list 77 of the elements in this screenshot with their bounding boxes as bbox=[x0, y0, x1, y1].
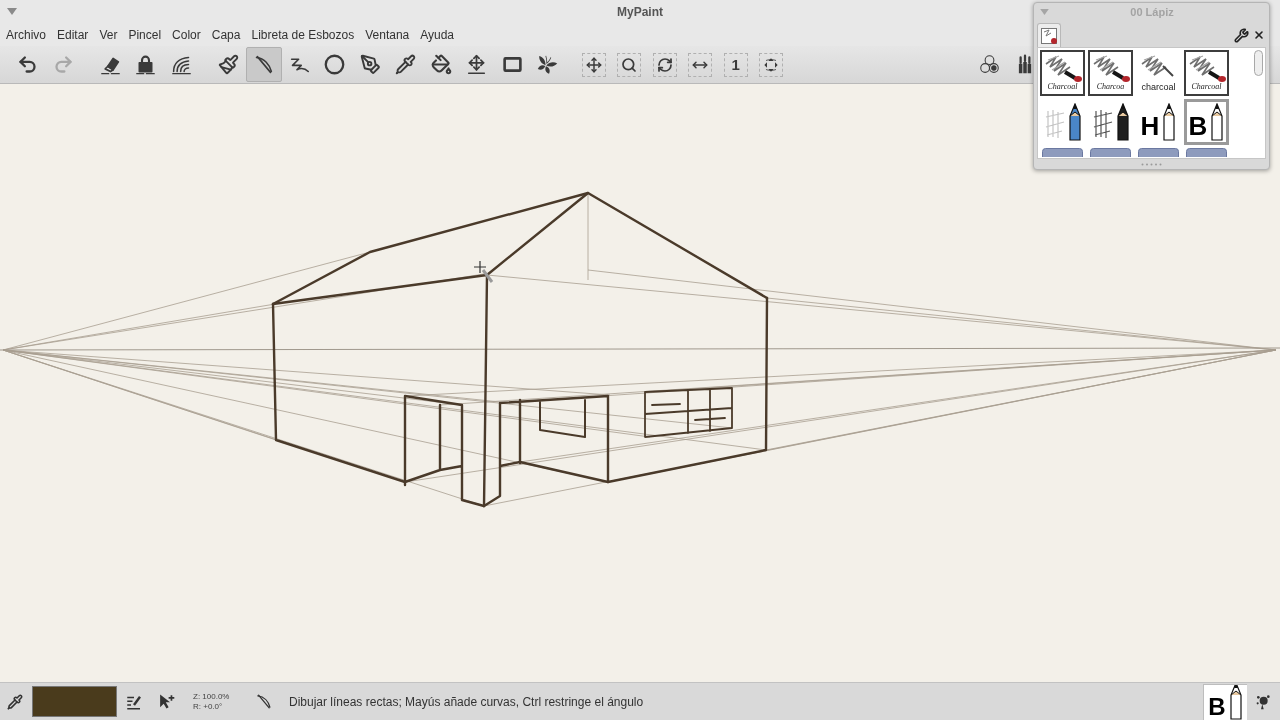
window-title: MyPaint bbox=[617, 4, 663, 21]
pencil-icon bbox=[1210, 103, 1225, 141]
edit-brush-button[interactable] bbox=[1233, 27, 1249, 43]
brushes-icon bbox=[1018, 54, 1032, 75]
undo-icon bbox=[17, 54, 39, 75]
brush-thumbnail[interactable] bbox=[1136, 148, 1181, 158]
charcoal-sketch-icon bbox=[1043, 54, 1082, 82]
frame-icon bbox=[501, 54, 523, 75]
line-tool-button[interactable] bbox=[246, 47, 282, 82]
brush-group-tab[interactable] bbox=[1037, 23, 1061, 47]
move-arrows-icon bbox=[585, 56, 602, 73]
reset-zoom-button[interactable]: 1 bbox=[723, 52, 748, 77]
pointer-plus-icon bbox=[157, 693, 175, 710]
lock-icon bbox=[135, 54, 157, 75]
three-circles-icon bbox=[978, 54, 1000, 75]
brush-thumbnail[interactable] bbox=[1040, 148, 1085, 158]
label-tag-icon bbox=[1090, 148, 1131, 157]
search-icon bbox=[621, 56, 638, 73]
crosshair-cursor-icon bbox=[473, 260, 494, 283]
brush-thumbnail[interactable] bbox=[1184, 148, 1229, 158]
expand-arrows-icon bbox=[763, 56, 780, 73]
label-tag-icon bbox=[1138, 148, 1179, 157]
brush-thumbnail[interactable]: Charcoal bbox=[1040, 50, 1085, 96]
current-brush-button[interactable]: B bbox=[1203, 684, 1247, 720]
pencil-icon bbox=[1228, 685, 1243, 720]
line-curve-icon bbox=[255, 693, 272, 710]
pencil-icon bbox=[1067, 103, 1082, 141]
rotate-arrows-icon bbox=[656, 56, 673, 73]
circle-icon bbox=[324, 54, 346, 75]
pencil-hatching-icon bbox=[1091, 107, 1114, 141]
rainbow-arcs-icon bbox=[170, 54, 192, 75]
brush-thumbnail[interactable]: Charcoa bbox=[1088, 50, 1133, 96]
pipette-icon bbox=[7, 693, 23, 710]
menu-item[interactable]: Capa bbox=[211, 27, 241, 43]
pipette-icon bbox=[395, 54, 417, 75]
wrench-icon bbox=[1233, 27, 1249, 43]
menu-item[interactable]: Ver bbox=[99, 27, 118, 43]
brush-thumbnail[interactable] bbox=[1088, 148, 1133, 158]
redo-icon bbox=[52, 54, 74, 75]
butterfly-icon bbox=[537, 54, 559, 75]
color-swatch[interactable] bbox=[32, 686, 117, 717]
rotation-readout: R: +0.0° bbox=[193, 701, 224, 712]
zoom-view-button[interactable] bbox=[617, 52, 642, 77]
charcoal-sketch-icon bbox=[1091, 54, 1130, 82]
status-message: Dibujar líneas rectas; Mayús añade curvas, Ctrl restringe el ángulo bbox=[289, 693, 644, 711]
menu-item[interactable]: Archivo bbox=[6, 27, 46, 43]
label-tag-icon bbox=[1042, 148, 1083, 157]
scrollbar-thumb[interactable] bbox=[1253, 50, 1263, 76]
paint-splat-icon bbox=[1255, 693, 1271, 710]
dropdown-triangle-icon bbox=[7, 8, 17, 15]
paint-bucket-icon bbox=[430, 54, 452, 75]
move-arrows-icon bbox=[466, 54, 488, 75]
brush-thumbnail[interactable]: Charcoal bbox=[1184, 50, 1229, 96]
menu-item[interactable]: Ventana bbox=[365, 27, 410, 43]
mirror-view-button[interactable] bbox=[688, 52, 713, 77]
close-icon bbox=[1253, 29, 1265, 41]
menu-item[interactable]: Libreta de Esbozos bbox=[251, 27, 355, 43]
pencil-icon bbox=[1162, 103, 1177, 141]
pen-nib-icon bbox=[359, 54, 381, 75]
dropdown-triangle-icon bbox=[1040, 9, 1049, 15]
paintbrush-icon bbox=[217, 54, 239, 75]
line-curve-icon bbox=[253, 54, 275, 75]
menu-item[interactable]: Pincel bbox=[128, 27, 162, 43]
label-tag-icon bbox=[1186, 148, 1227, 157]
zoom-readout: Z: 100.0% bbox=[193, 691, 231, 702]
charcoal-thumbnail-icon bbox=[1041, 27, 1057, 44]
pan-view-button[interactable] bbox=[581, 52, 606, 77]
pencil-icon bbox=[1115, 103, 1130, 141]
resize-grip-icon bbox=[1140, 162, 1163, 166]
menu-item[interactable]: Ayuda bbox=[420, 27, 455, 43]
brush-thumbnail[interactable]: B bbox=[1184, 99, 1229, 145]
pencil-hatching-icon bbox=[1043, 107, 1066, 141]
charcoal-sketch-icon bbox=[1187, 54, 1226, 82]
fit-view-button[interactable] bbox=[759, 52, 784, 77]
menu-item[interactable]: Color bbox=[172, 27, 201, 43]
menu-item[interactable]: Editar bbox=[57, 27, 89, 43]
rotate-view-button[interactable] bbox=[652, 52, 677, 77]
